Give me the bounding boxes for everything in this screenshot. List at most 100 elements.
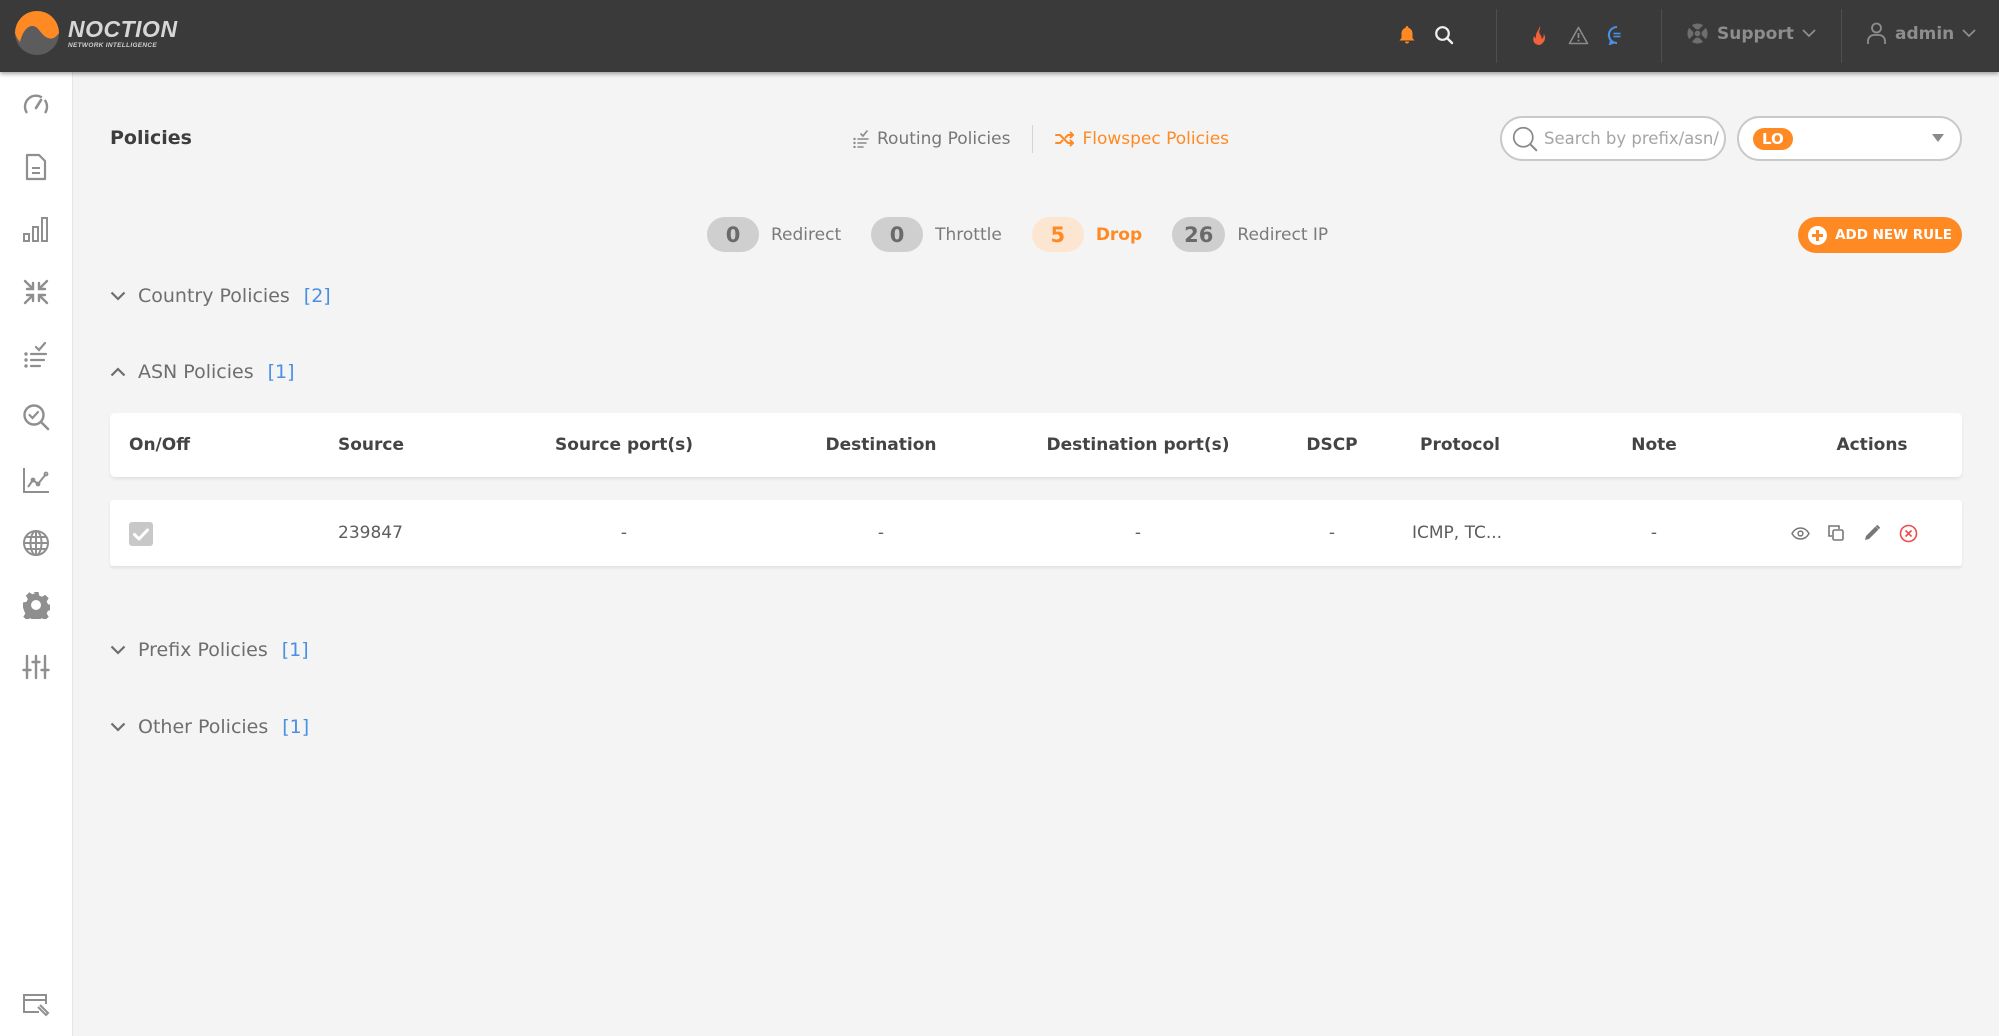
sliders-icon (22, 654, 50, 680)
cell-destination-ports: - (1134, 523, 1142, 543)
search-icon (1435, 26, 1454, 45)
caret-down-icon (1932, 134, 1944, 142)
line-chart-icon (23, 468, 49, 493)
policy-type-tabs: Routing Policies Flowspec Policies (852, 124, 1229, 154)
delete-circle-x-icon (1899, 524, 1917, 542)
notifications-button[interactable] (1396, 24, 1418, 46)
checklist-icon (853, 130, 869, 148)
table-row: 239847 - - - - ICMP, TC... - (110, 500, 1962, 566)
bar-chart-icon (23, 217, 48, 242)
chevron-up-icon (108, 362, 128, 382)
sidebar-item-statistics[interactable] (21, 214, 51, 244)
user-name: admin (1895, 23, 1955, 44)
search-input[interactable] (1544, 129, 1724, 148)
cell-protocol: ICMP, TC... (1411, 523, 1503, 543)
action-counters: 0 Redirect 0 Throttle 5 Drop 26 Redirect… (707, 217, 1358, 252)
sidebar-item-reports[interactable] (21, 152, 51, 182)
column-header-on-off: On/Off (129, 435, 190, 455)
dashboard-gauge-icon (23, 94, 49, 114)
tab-flowspec-policies[interactable]: Flowspec Policies (1055, 129, 1229, 149)
brand-tagline: NETWORK INTELLIGENCE (68, 42, 158, 49)
sidebar-item-policies[interactable] (21, 340, 51, 370)
noction-logo-icon (15, 11, 59, 55)
asn-table-header: On/Off Source Source port(s) Destination… (110, 413, 1962, 477)
counter-redirect-ip[interactable]: 26 Redirect IP (1172, 217, 1328, 252)
support-label: Support (1717, 23, 1794, 44)
counter-redirect[interactable]: 0 Redirect (707, 217, 841, 252)
edit-pencil-icon (1865, 524, 1881, 540)
section-title: Prefix Policies (138, 639, 268, 661)
section-prefix-policies[interactable]: Prefix Policies [1] (108, 639, 309, 661)
selected-location-badge: LO (1753, 127, 1793, 150)
counter-drop[interactable]: 5 Drop (1031, 217, 1142, 252)
counter-throttle-label: Throttle (935, 224, 1002, 245)
checklist-icon (24, 341, 48, 368)
add-new-rule-button[interactable]: ADD NEW RULE (1798, 217, 1962, 253)
top-navigation-bar: NOCTION NETWORK INTELLIGENCE Support adm… (0, 0, 1999, 72)
messages-button[interactable] (1606, 24, 1628, 46)
tab-divider (1032, 125, 1034, 153)
chevron-down-icon (108, 286, 128, 306)
counter-throttle-count: 0 (871, 217, 924, 252)
user-icon (1867, 22, 1886, 44)
column-header-protocol: Protocol (1420, 435, 1500, 455)
column-header-note: Note (1631, 435, 1677, 455)
section-title: Other Policies (138, 716, 269, 738)
column-header-actions: Actions (1836, 435, 1908, 455)
globe-icon (23, 530, 49, 556)
global-search-button[interactable] (1433, 24, 1455, 46)
column-header-source: Source (338, 435, 405, 455)
section-asn-policies[interactable]: ASN Policies [1] (108, 361, 295, 383)
column-header-dscp: DSCP (1306, 435, 1358, 455)
sidebar-item-dashboard[interactable] (21, 89, 51, 119)
alerts-button[interactable] (1567, 24, 1589, 46)
warning-icon (1568, 26, 1588, 44)
column-header-destination: Destination (825, 435, 937, 455)
search-box[interactable] (1500, 116, 1726, 161)
sidebar-item-maintenance[interactable] (21, 990, 51, 1020)
plus-circle-icon (1808, 225, 1828, 245)
section-other-policies[interactable]: Other Policies [1] (108, 716, 309, 738)
user-menu[interactable]: admin (1866, 22, 1976, 45)
sidebar (0, 72, 73, 1036)
incidents-button[interactable] (1529, 24, 1551, 46)
sidebar-item-network[interactable] (21, 528, 51, 558)
header-divider (1841, 9, 1842, 63)
duplicate-button[interactable] (1826, 523, 1846, 543)
section-count: [1] (282, 716, 310, 738)
add-new-rule-label: ADD NEW RULE (1835, 227, 1952, 243)
bell-icon (1399, 26, 1415, 44)
cell-source-ports: - (620, 523, 628, 543)
chevron-down-icon (108, 640, 128, 660)
fire-icon (1533, 25, 1546, 45)
delete-button[interactable] (1898, 523, 1918, 543)
tab-routing-policies[interactable]: Routing Policies (852, 129, 1010, 149)
chevron-down-icon (108, 717, 128, 737)
section-country-policies[interactable]: Country Policies [2] (108, 285, 331, 307)
counter-throttle[interactable]: 0 Throttle (871, 217, 1002, 252)
sidebar-item-aggregation[interactable] (21, 277, 51, 307)
checkmark-icon (133, 528, 149, 540)
noction-logo[interactable]: NOCTION NETWORK INTELLIGENCE (14, 10, 178, 56)
counter-drop-count: 5 (1031, 217, 1084, 252)
chat-icon (1607, 25, 1621, 45)
tab-flowspec-policies-label: Flowspec Policies (1082, 129, 1230, 149)
enabled-checkbox[interactable] (129, 522, 153, 546)
sidebar-item-trends[interactable] (21, 465, 51, 495)
view-button[interactable] (1790, 523, 1810, 543)
section-count: [2] (303, 285, 331, 307)
sidebar-item-analysis[interactable] (21, 402, 51, 432)
section-title: Country Policies (138, 285, 290, 307)
location-select[interactable]: LO (1737, 116, 1962, 161)
sidebar-item-configuration[interactable] (21, 652, 51, 682)
edit-button[interactable] (1862, 523, 1882, 543)
gear-icon (23, 592, 50, 619)
tab-routing-policies-label: Routing Policies (877, 129, 1011, 149)
reports-document-icon (25, 153, 47, 181)
shuffle-icon (1055, 131, 1075, 147)
column-header-source-ports: Source port(s) (555, 435, 693, 455)
sidebar-item-settings[interactable] (21, 590, 51, 620)
section-count: [1] (267, 361, 295, 383)
view-eye-icon (1790, 526, 1810, 540)
support-menu[interactable]: Support (1686, 22, 1816, 45)
